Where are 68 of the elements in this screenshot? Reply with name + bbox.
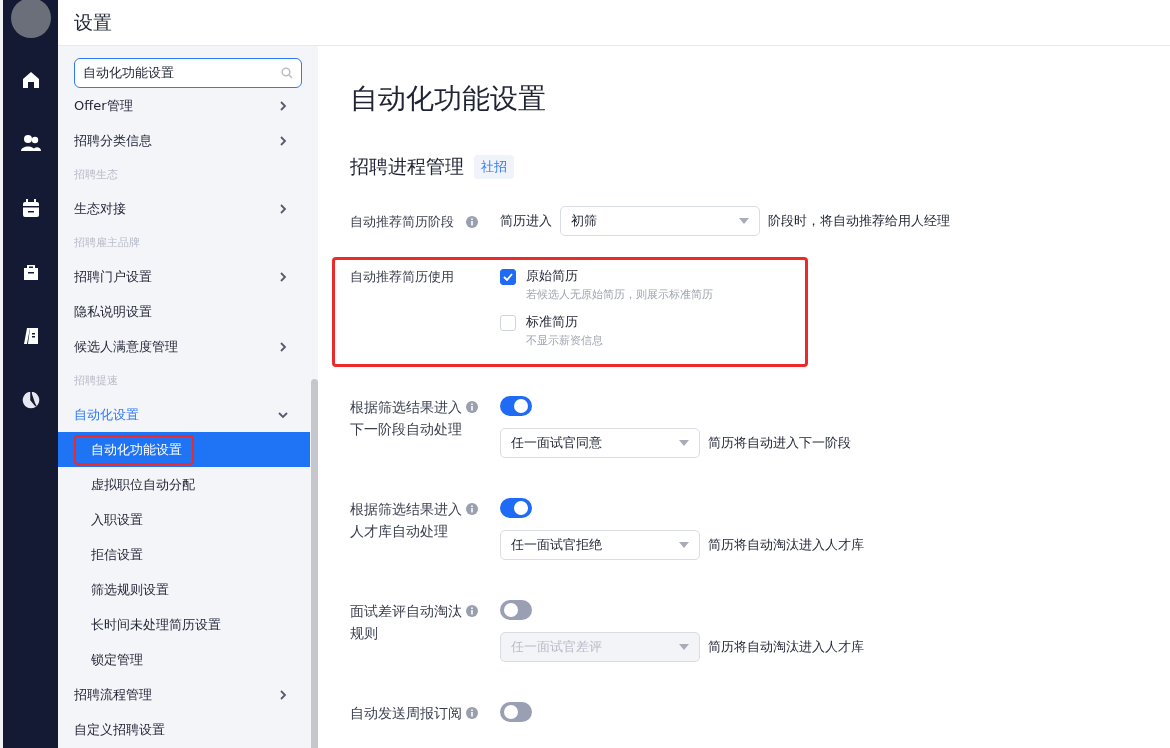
checkbox-label: 标准简历 — [526, 313, 579, 331]
sidebar-item[interactable]: 自定义招聘设置 — [58, 712, 310, 747]
setting-label: 根据筛选结果进入下一阶段自动处理 — [350, 398, 462, 439]
calendar-icon[interactable] — [20, 198, 41, 218]
section-title: 招聘进程管理 — [350, 154, 464, 179]
setting-label: 自动发送周报订阅 — [350, 704, 462, 723]
setting-label: 根据筛选结果进入人才库自动处理 — [350, 500, 462, 541]
suffix-text: 简历将自动淘汰进入人才库 — [708, 536, 864, 554]
suffix-text: 阶段时，将自动推荐给用人经理 — [768, 212, 950, 230]
dropdown[interactable]: 初筛 — [560, 206, 760, 236]
chevron-down-icon — [278, 409, 288, 420]
caret-icon — [679, 440, 689, 446]
sidebar-subitem[interactable]: 自动化功能设置 — [58, 432, 310, 467]
chevron-right-icon — [278, 135, 288, 146]
sidebar-item[interactable]: 自动化设置 — [58, 397, 310, 432]
caret-icon — [679, 542, 689, 548]
hint-text: 若候选人无原始简历，则展示标准简历 — [526, 287, 713, 303]
sidebar-item[interactable]: 候选人满意度管理 — [58, 329, 310, 364]
chevron-right-icon — [278, 203, 288, 214]
setting-label: 自动推荐简历使用 — [350, 268, 455, 286]
sidebar-subitem[interactable]: 拒信设置 — [58, 537, 310, 572]
people-icon[interactable] — [19, 134, 42, 152]
toggle-switch[interactable] — [500, 702, 532, 722]
search-field[interactable]: 自动化功能设置 — [74, 58, 302, 88]
sidebar-item[interactable]: Offer管理 — [58, 88, 310, 123]
sidebar-subitem[interactable]: 锁定管理 — [58, 642, 310, 677]
caret-icon — [739, 218, 749, 224]
sidebar-item[interactable]: 招聘门户设置 — [58, 259, 310, 294]
pie-chart-icon[interactable] — [20, 390, 41, 410]
sidebar-item[interactable]: 招聘分类信息 — [58, 123, 310, 158]
scrollbar[interactable] — [311, 379, 318, 748]
info-icon[interactable] — [466, 401, 478, 413]
sidebar-subitem[interactable]: 虚拟职位自动分配 — [58, 467, 310, 502]
sidebar-subitem[interactable]: 长时间未处理简历设置 — [58, 607, 310, 642]
sidebar-item[interactable]: 招聘流程管理 — [58, 677, 310, 712]
setting-label: 面试差评自动淘汰规则 — [350, 602, 462, 643]
toggle-switch[interactable] — [500, 498, 532, 518]
caret-icon — [679, 644, 689, 650]
prefix-text: 简历进入 — [500, 212, 552, 230]
chevron-right-icon — [278, 271, 288, 282]
search-icon — [281, 67, 293, 79]
avatar[interactable] — [10, 0, 51, 38]
toggle-switch[interactable] — [500, 396, 532, 416]
setting-label: 自动推荐简历阶段 — [350, 213, 455, 231]
chevron-right-icon — [278, 689, 288, 700]
chevron-right-icon — [278, 341, 288, 352]
hint-text: 不显示薪资信息 — [526, 333, 603, 349]
sidebar-subitem[interactable]: 筛选规则设置 — [58, 572, 310, 607]
dropdown[interactable]: 任一面试官拒绝 — [500, 530, 700, 560]
suffix-text: 简历将自动进入下一阶段 — [708, 434, 851, 452]
sidebar-item[interactable]: 生态对接 — [58, 191, 310, 226]
check-icon — [503, 273, 513, 281]
sidebar-subitem[interactable]: 入职设置 — [58, 502, 310, 537]
dropdown[interactable]: 任一面试官同意 — [500, 428, 700, 458]
info-icon[interactable] — [466, 605, 478, 617]
sidebar-item[interactable]: 隐私说明设置 — [58, 294, 310, 329]
toggle-switch[interactable] — [500, 600, 532, 620]
checkbox[interactable] — [500, 269, 516, 285]
checkbox-label: 原始简历 — [526, 267, 579, 285]
tag: 社招 — [474, 155, 514, 179]
info-icon[interactable] — [466, 503, 478, 515]
info-icon[interactable] — [466, 707, 478, 719]
suffix-text: 简历将自动淘汰进入人才库 — [708, 638, 864, 656]
page-header-title: 设置 — [74, 9, 112, 35]
home-icon[interactable] — [20, 70, 41, 90]
page-title: 自动化功能设置 — [350, 81, 547, 117]
chevron-right-icon — [278, 100, 288, 111]
info-icon[interactable] — [466, 216, 478, 228]
